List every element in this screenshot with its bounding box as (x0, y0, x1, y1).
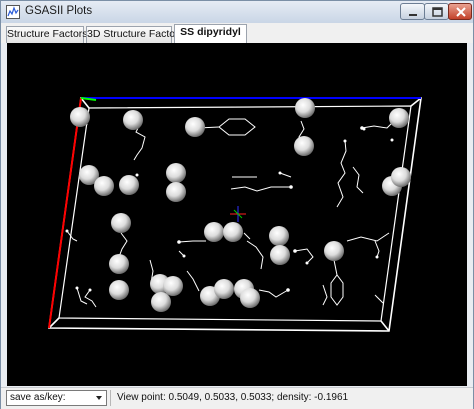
status-divider (110, 390, 111, 406)
view-point-crosshair (230, 206, 246, 222)
title-bar[interactable]: GSASII Plots (1, 1, 473, 23)
status-bar: save as/key: View point: 0.5049, 0.5033,… (1, 387, 473, 409)
plot-window: GSASII Plots Structure Factors 3D Struct… (0, 0, 474, 409)
structure-3d-view[interactable] (7, 43, 467, 386)
maximize-icon (432, 7, 443, 17)
view-point-status: View point: 0.5049, 0.5033, 0.5033; dens… (117, 392, 349, 403)
axis-a-line (48, 97, 82, 329)
tab-3d-structure-factors[interactable]: 3D Structure Factors (86, 26, 184, 43)
minimize-button[interactable] (400, 3, 425, 20)
close-button[interactable] (448, 3, 472, 20)
tab-ss-dipyridyl[interactable]: SS dipyridyl (174, 24, 247, 44)
window-title: GSASII Plots (25, 5, 93, 17)
save-as-key-value: save as/key: (10, 392, 66, 403)
app-icon (6, 5, 20, 19)
maximize-button[interactable] (424, 3, 449, 20)
minimize-icon (409, 14, 417, 16)
tab-structure-factors[interactable]: Structure Factors (6, 26, 88, 43)
tab-bar: Structure Factors 3D Structure Factors S… (1, 23, 473, 44)
chevron-down-icon[interactable] (92, 391, 106, 405)
heavy-atom-spheres (70, 98, 411, 312)
structure-plot-canvas[interactable] (7, 43, 467, 386)
save-as-key-select[interactable]: save as/key: (6, 390, 107, 406)
close-icon (456, 7, 466, 17)
molecule-bonds (66, 113, 400, 308)
